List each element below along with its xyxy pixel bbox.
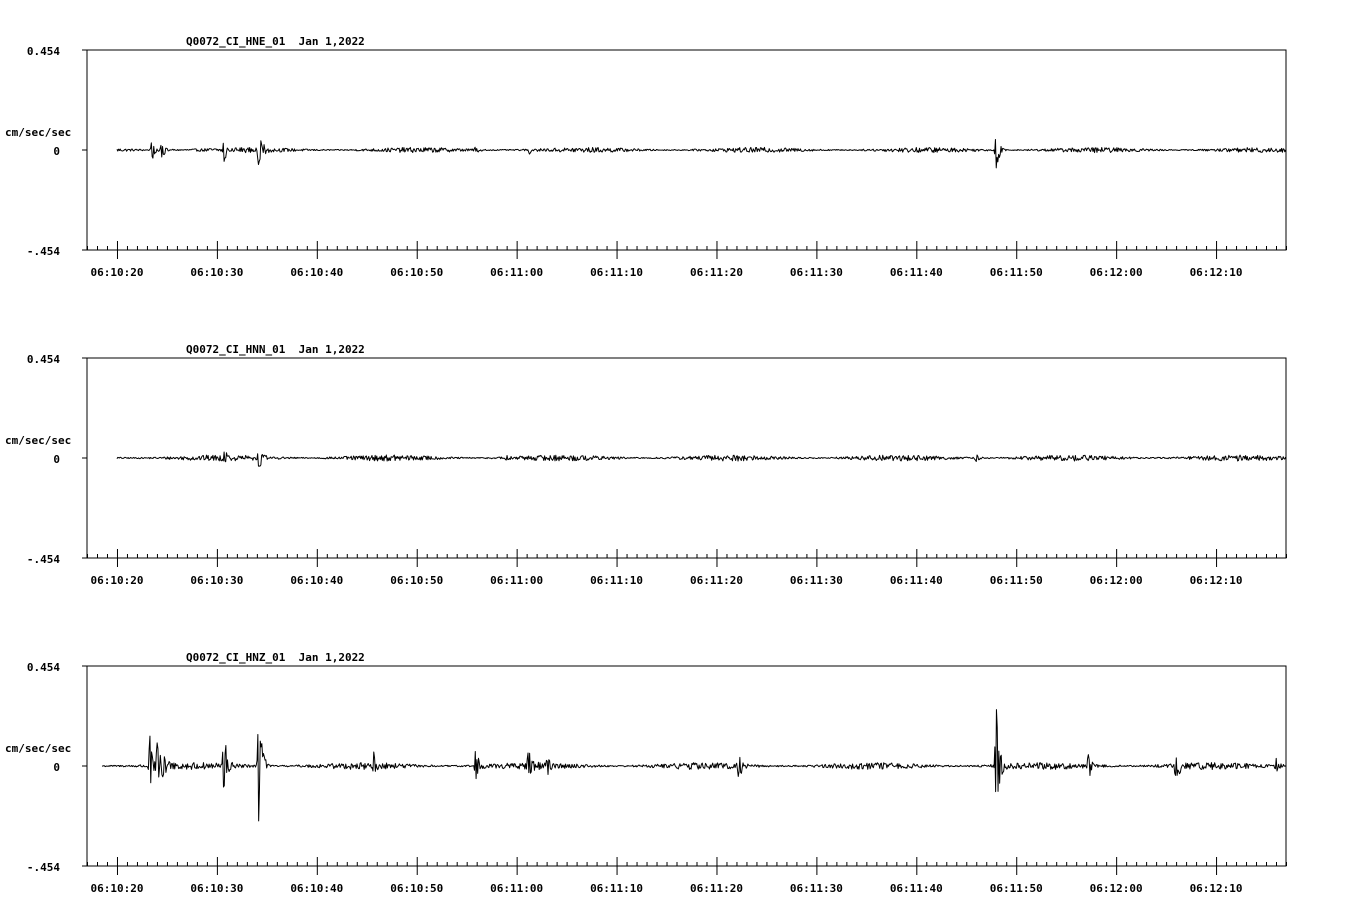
x-tick-label: 06:11:50	[990, 574, 1043, 587]
y-zero-label: 0	[53, 453, 60, 466]
x-tick-label: 06:10:30	[190, 266, 243, 279]
y-max-label: 0.454	[27, 353, 60, 366]
seismogram-figure: Q0072_CI_HNE_01 Jan 1,2022 0.454 cm/sec/…	[5, 35, 1287, 895]
y-min-label: -.454	[27, 861, 60, 874]
x-tick-label: 06:10:30	[190, 882, 243, 895]
x-tick-label: 06:10:50	[390, 882, 443, 895]
x-tick-label: 06:10:50	[390, 574, 443, 587]
x-tick-label: 06:11:10	[590, 882, 643, 895]
x-tick-label: 06:12:00	[1090, 882, 1143, 895]
x-tick-label: 06:11:00	[490, 574, 543, 587]
x-tick-label: 06:11:10	[590, 574, 643, 587]
x-tick-label: 06:10:20	[90, 882, 143, 895]
x-tick-label: 06:11:20	[690, 266, 743, 279]
waveform-trace	[116, 138, 1287, 169]
y-max-label: 0.454	[27, 661, 60, 674]
x-tick-label: 06:10:40	[290, 266, 343, 279]
y-zero-label: 0	[53, 761, 60, 774]
y-zero-label: 0	[53, 145, 60, 158]
x-tick-label: 06:10:40	[290, 574, 343, 587]
x-tick-label: 06:11:40	[890, 266, 943, 279]
x-tick-label: 06:10:50	[390, 266, 443, 279]
x-tick-label: 06:11:30	[790, 882, 843, 895]
x-tick-label: 06:10:30	[190, 574, 243, 587]
x-tick-label: 06:12:10	[1190, 266, 1243, 279]
y-axis-label: cm/sec/sec	[5, 742, 71, 755]
x-tick-label: 06:12:10	[1190, 574, 1243, 587]
waveform-trace	[116, 451, 1287, 467]
panel-title: Q0072_CI_HNN_01 Jan 1,2022	[186, 343, 365, 356]
x-tick-label: 06:12:10	[1190, 882, 1243, 895]
x-tick-label: 06:11:20	[690, 574, 743, 587]
panel-hne: Q0072_CI_HNE_01 Jan 1,2022 0.454 cm/sec/…	[5, 35, 1287, 279]
y-min-label: -.454	[27, 245, 60, 258]
waveform-trace	[101, 709, 1287, 822]
x-tick-label: 06:10:20	[90, 266, 143, 279]
panel-title: Q0072_CI_HNE_01 Jan 1,2022	[186, 35, 365, 48]
x-tick-label: 06:11:50	[990, 882, 1043, 895]
x-tick-label: 06:11:30	[790, 574, 843, 587]
x-tick-label: 06:12:00	[1090, 574, 1143, 587]
y-max-label: 0.454	[27, 45, 60, 58]
panel-hnn: Q0072_CI_HNN_01 Jan 1,2022 0.454 cm/sec/…	[5, 343, 1287, 587]
y-axis-label: cm/sec/sec	[5, 434, 71, 447]
y-axis-label: cm/sec/sec	[5, 126, 71, 139]
x-tick-label: 06:10:20	[90, 574, 143, 587]
x-tick-label: 06:11:40	[890, 882, 943, 895]
x-tick-label: 06:11:00	[490, 266, 543, 279]
x-tick-label: 06:10:40	[290, 882, 343, 895]
x-tick-label: 06:11:30	[790, 266, 843, 279]
x-tick-label: 06:11:20	[690, 882, 743, 895]
panel-hnz: Q0072_CI_HNZ_01 Jan 1,2022 0.454 cm/sec/…	[5, 651, 1287, 895]
x-tick-label: 06:12:00	[1090, 266, 1143, 279]
panel-title: Q0072_CI_HNZ_01 Jan 1,2022	[186, 651, 365, 664]
x-tick-label: 06:11:50	[990, 266, 1043, 279]
y-min-label: -.454	[27, 553, 60, 566]
x-tick-label: 06:11:00	[490, 882, 543, 895]
x-tick-label: 06:11:10	[590, 266, 643, 279]
x-tick-label: 06:11:40	[890, 574, 943, 587]
